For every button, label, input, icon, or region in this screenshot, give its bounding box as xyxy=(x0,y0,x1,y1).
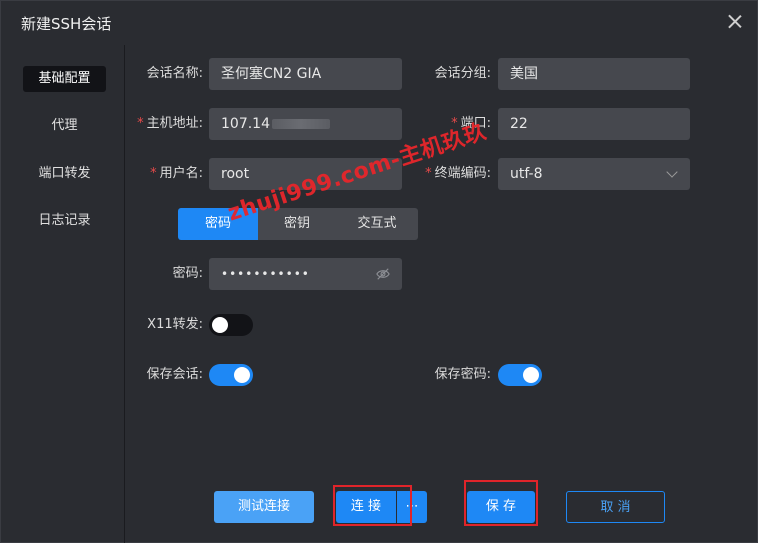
host-label: * 主机地址: xyxy=(111,108,203,140)
session-name-input[interactable]: 圣何塞CN2 GIA xyxy=(209,58,402,90)
port-input[interactable]: 22 xyxy=(498,108,690,140)
host-value: 107.14 xyxy=(221,116,270,132)
toggle-knob xyxy=(212,317,228,333)
connect-button[interactable]: 连 接 xyxy=(336,491,396,523)
cancel-button[interactable]: 取 消 xyxy=(566,491,665,523)
connect-options-button[interactable]: ⋯ xyxy=(397,491,427,523)
encoding-select[interactable]: utf-8 xyxy=(498,158,690,190)
chevron-down-icon xyxy=(666,166,678,178)
required-mark: * xyxy=(150,166,157,181)
sidebar-item-basic[interactable]: 基础配置 xyxy=(23,66,106,92)
host-label-text: 主机地址: xyxy=(146,116,203,131)
save-session-label: 保存会话: xyxy=(146,367,203,382)
dialog-title: 新建SSH会话 xyxy=(21,15,112,33)
title-bar: 新建SSH会话 xyxy=(1,1,757,45)
session-group-label: 会话分组: xyxy=(434,66,491,81)
close-icon[interactable] xyxy=(725,12,745,32)
x11-forwarding-toggle[interactable] xyxy=(209,314,253,336)
auth-method-tabs: 密码 密钥 交互式 xyxy=(178,208,418,240)
host-input[interactable]: 107.14 xyxy=(209,108,402,140)
sidebar-item-logging[interactable]: 日志记录 xyxy=(23,208,106,234)
session-group-input[interactable]: 美国 xyxy=(498,58,690,90)
required-mark: * xyxy=(425,166,432,181)
save-password-toggle[interactable] xyxy=(498,364,542,386)
encoding-value: utf-8 xyxy=(510,166,543,182)
required-mark: * xyxy=(137,116,144,131)
password-input[interactable]: ••••••••••• xyxy=(209,258,402,290)
eye-off-icon[interactable] xyxy=(376,267,390,281)
x11-forwarding-label: X11转发: xyxy=(147,317,203,332)
save-session-toggle[interactable] xyxy=(209,364,253,386)
save-button[interactable]: 保 存 xyxy=(467,491,535,523)
username-label-text: 用户名: xyxy=(159,166,203,181)
sidebar-item-proxy[interactable]: 代理 xyxy=(23,113,106,139)
test-connection-button[interactable]: 测试连接 xyxy=(214,491,314,523)
save-password-label: 保存密码: xyxy=(434,367,491,382)
username-label: * 用户名: xyxy=(111,158,203,190)
sidebar-item-port-forwarding[interactable]: 端口转发 xyxy=(23,161,106,187)
toggle-knob xyxy=(523,367,539,383)
redacted-mask xyxy=(272,119,330,129)
toggle-knob xyxy=(234,367,250,383)
session-name-label: 会话名称: xyxy=(146,66,203,81)
ssh-session-dialog: 新建SSH会话 基础配置 代理 端口转发 日志记录 会话名称: 圣何塞CN2 G… xyxy=(0,0,758,543)
encoding-label-text: 终端编码: xyxy=(434,166,491,181)
sidebar: 基础配置 代理 端口转发 日志记录 xyxy=(1,45,125,543)
password-label: 密码: xyxy=(172,266,203,281)
tab-interactive[interactable]: 交互式 xyxy=(336,208,418,240)
password-value: ••••••••••• xyxy=(221,267,310,281)
